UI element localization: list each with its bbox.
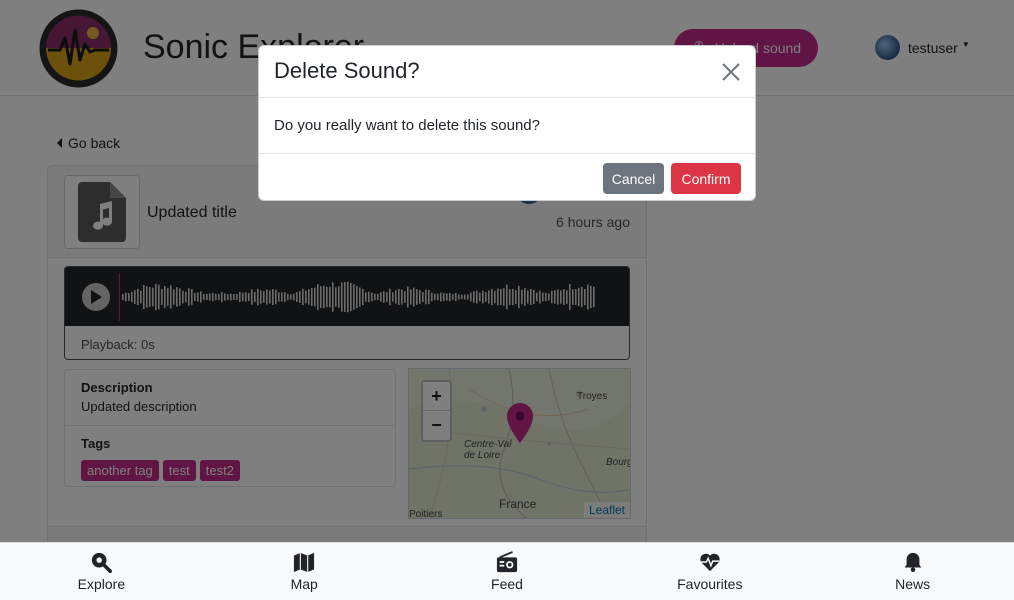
modal-title: Delete Sound? xyxy=(274,58,420,83)
nav-label: News xyxy=(895,576,931,592)
bell-icon xyxy=(904,552,921,573)
nav-item-news[interactable]: News xyxy=(811,543,1014,600)
nav-label: Explore xyxy=(77,576,126,592)
bottom-nav: Explore Map Feed Favourites News xyxy=(0,542,1014,600)
nav-label: Feed xyxy=(491,576,523,592)
nav-item-feed[interactable]: Feed xyxy=(406,543,609,600)
nav-label: Map xyxy=(290,576,318,592)
delete-sound-modal: Delete Sound? Do you really want to dele… xyxy=(258,45,756,201)
confirm-button[interactable]: Confirm xyxy=(671,163,741,194)
heart-pulse-icon xyxy=(700,553,720,572)
modal-footer: Cancel Confirm xyxy=(259,153,755,200)
magnify-icon xyxy=(92,552,113,573)
cancel-button[interactable]: Cancel xyxy=(603,163,664,194)
radio-icon xyxy=(496,551,518,573)
nav-item-map[interactable]: Map xyxy=(203,543,406,600)
close-icon[interactable] xyxy=(719,60,743,84)
nav-item-explore[interactable]: Explore xyxy=(0,543,203,600)
modal-body-text: Do you really want to delete this sound? xyxy=(274,117,540,134)
modal-header: Delete Sound? xyxy=(259,46,755,98)
map-icon xyxy=(294,552,315,573)
nav-label: Favourites xyxy=(677,576,743,592)
nav-item-favourites[interactable]: Favourites xyxy=(608,543,811,600)
